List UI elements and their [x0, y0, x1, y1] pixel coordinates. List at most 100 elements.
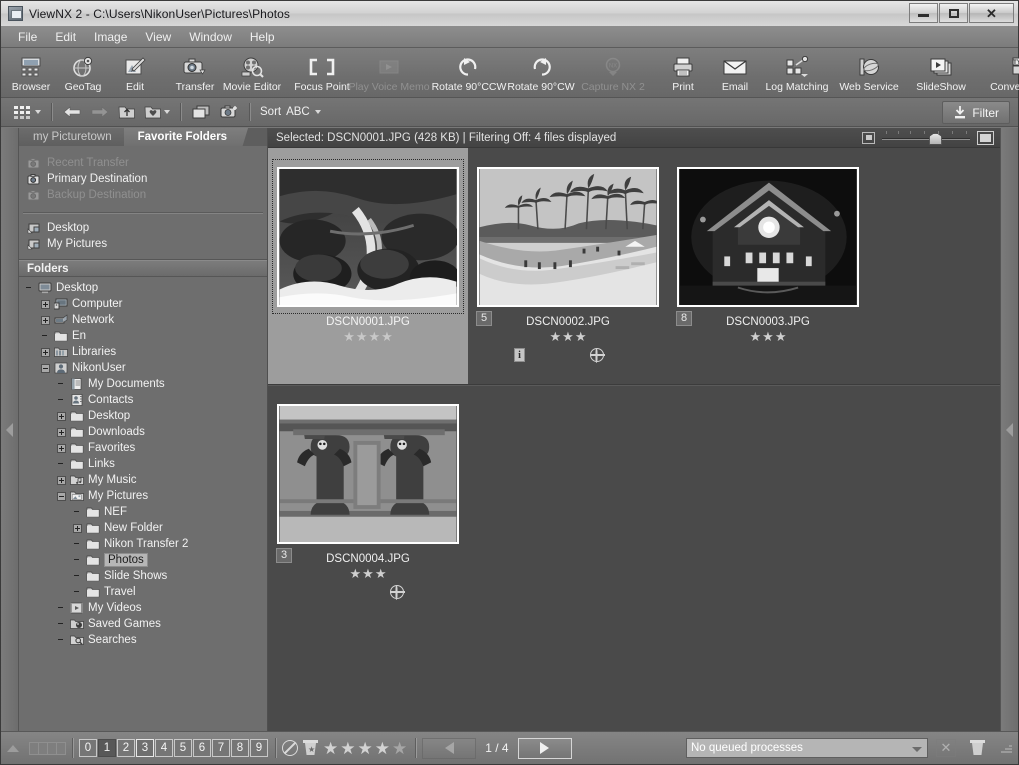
thumbnail-label-number[interactable]: 8	[676, 311, 693, 326]
resize-grip[interactable]	[1000, 742, 1012, 754]
rating-star-4[interactable]: ★	[375, 740, 390, 757]
toolbar-geotag-button[interactable]: GeoTag	[57, 50, 109, 97]
menu-file[interactable]: File	[9, 28, 46, 46]
toolbar-print-button[interactable]: Print	[657, 50, 709, 97]
expand-plus-icon[interactable]	[41, 299, 50, 309]
delete-candidate-button[interactable]: ★	[303, 740, 318, 756]
thumbnail-rating[interactable]: ★ ★ ★	[350, 567, 387, 580]
toolbar-rotate-cw-button[interactable]: Rotate 90°CW	[505, 50, 577, 97]
compare-button[interactable]	[187, 101, 215, 123]
menu-window[interactable]: Window	[180, 28, 241, 46]
tab-my-picturetown[interactable]: my Picturetown	[19, 128, 133, 146]
expand-plus-icon[interactable]	[73, 523, 82, 533]
menu-edit[interactable]: Edit	[46, 28, 85, 46]
up-one-level-button[interactable]	[114, 101, 140, 123]
favorite-my-pictures[interactable]: My Pictures	[19, 236, 267, 252]
label-number-button-0[interactable]: 0	[79, 739, 97, 757]
tree-item-nikonuser[interactable]: NikonUser	[19, 360, 267, 376]
label-number-button-1[interactable]: 1	[98, 739, 116, 757]
star-icon[interactable]: ★	[575, 330, 587, 343]
tree-item-nikon-transfer-2[interactable]: Nikon Transfer 2	[19, 536, 267, 552]
tree-item-travel[interactable]: Travel	[19, 584, 267, 600]
tree-item-my-videos[interactable]: My Videos	[19, 600, 267, 616]
globe-badge-icon[interactable]	[389, 585, 405, 599]
tree-item-slide-shows[interactable]: Slide Shows	[19, 568, 267, 584]
tree-item-en[interactable]: En	[19, 328, 267, 344]
tree-item-my-music[interactable]: My Music	[19, 472, 267, 488]
tree-item-favorites[interactable]: Favorites	[19, 440, 267, 456]
forward-button[interactable]	[86, 101, 114, 123]
add-favorite-button[interactable]	[140, 101, 174, 123]
open-with-button[interactable]	[215, 101, 243, 123]
tree-item-nef[interactable]: NEF	[19, 504, 267, 520]
toolbar-edit-button[interactable]: Edit	[109, 50, 161, 97]
label-number-button-9[interactable]: 9	[250, 739, 268, 757]
expand-plus-icon[interactable]	[57, 411, 66, 421]
next-page-button[interactable]	[517, 737, 572, 759]
label-number-button-2[interactable]: 2	[117, 739, 135, 757]
star-icon[interactable]: ★	[381, 330, 393, 343]
tree-item-new-folder[interactable]: New Folder	[19, 520, 267, 536]
toolbar-focus-point-button[interactable]: Focus Point	[291, 50, 353, 97]
expand-plus-icon[interactable]	[41, 315, 50, 325]
tree-item-contacts[interactable]: Contacts	[19, 392, 267, 408]
thumbnail-label-number[interactable]: 3	[276, 548, 293, 563]
menu-view[interactable]: View	[136, 28, 180, 46]
toolbar-slideshow-button[interactable]: SlideShow	[905, 50, 977, 97]
toolbar-capture-nx2-button[interactable]: NX Capture NX 2	[577, 50, 649, 97]
small-thumbnail-button[interactable]	[862, 131, 875, 144]
rating-star-1[interactable]: ★	[323, 740, 338, 757]
expand-plus-icon[interactable]	[57, 443, 66, 453]
globe-badge-icon[interactable]	[589, 348, 605, 362]
tree-item-links[interactable]: Links	[19, 456, 267, 472]
label-number-button-4[interactable]: 4	[155, 739, 173, 757]
thumbnail-rating[interactable]: ★ ★ ★ ★	[343, 330, 393, 343]
tree-item-libraries[interactable]: Libraries	[19, 344, 267, 360]
star-icon[interactable]: ★	[550, 330, 562, 343]
thumbnail-item-2[interactable]: 8 DSCN0003.JPG ★ ★ ★	[668, 148, 868, 384]
tree-item-network[interactable]: Network	[19, 312, 267, 328]
collapse-minus-icon[interactable]	[41, 363, 50, 373]
thumbnail-rating[interactable]: ★ ★ ★	[550, 330, 587, 343]
star-icon[interactable]: ★	[356, 330, 368, 343]
no-rating-button[interactable]	[282, 740, 298, 756]
tree-item-saved-games[interactable]: Saved Games	[19, 616, 267, 632]
favorite-recent-transfer[interactable]: Recent Transfer	[19, 155, 267, 171]
favorite-desktop[interactable]: Desktop	[19, 220, 267, 236]
thumbnail-item-3[interactable]: 3 DSCN0004.JPG ★ ★ ★	[268, 385, 468, 621]
star-icon[interactable]: ★	[343, 330, 355, 343]
tab-favorite-folders[interactable]: Favorite Folders	[123, 128, 249, 146]
slider-knob[interactable]	[929, 132, 942, 145]
thumbnail-rating[interactable]: ★ ★ ★	[750, 330, 787, 343]
minimize-button[interactable]	[909, 3, 938, 23]
thumbnail-label-number[interactable]: 5	[476, 311, 493, 326]
star-icon[interactable]: ★	[775, 330, 787, 343]
filter-button[interactable]: Filter	[942, 101, 1010, 124]
thumbnail-size-slider[interactable]	[882, 130, 970, 145]
expand-plus-icon[interactable]	[41, 347, 50, 357]
favorite-primary-destination[interactable]: Primary Destination	[19, 171, 267, 187]
collapse-minus-icon[interactable]	[57, 491, 66, 501]
toolbar-rotate-ccw-button[interactable]: Rotate 90°CCW	[432, 50, 506, 97]
toolbar-transfer-button[interactable]: Transfer	[169, 50, 221, 97]
close-button[interactable]: ✕	[969, 3, 1014, 23]
label-number-button-3[interactable]: 3	[136, 739, 154, 757]
menu-image[interactable]: Image	[85, 28, 136, 46]
back-button[interactable]	[58, 101, 86, 123]
previous-page-button[interactable]	[422, 737, 477, 759]
right-panel-collapse-handle[interactable]	[1000, 128, 1018, 731]
left-panel-collapse-handle[interactable]	[1, 128, 19, 731]
star-icon[interactable]: ★	[750, 330, 762, 343]
star-icon[interactable]: ★	[562, 330, 574, 343]
rating-star-5[interactable]: ★	[392, 740, 407, 757]
tree-item-searches[interactable]: Searches	[19, 632, 267, 648]
expand-plus-icon[interactable]	[57, 475, 66, 485]
tree-item-my-pictures[interactable]: My Pictures	[19, 488, 267, 504]
tree-item-desktop[interactable]: Desktop	[19, 280, 267, 296]
menu-help[interactable]: Help	[241, 28, 284, 46]
delete-button[interactable]	[970, 740, 985, 756]
star-icon[interactable]: ★	[762, 330, 774, 343]
label-number-button-7[interactable]: 7	[212, 739, 230, 757]
thumbnail-item-1[interactable]: 5 DSCN0002.JPG ★ ★ ★ i	[468, 148, 668, 384]
tree-item-downloads[interactable]: Downloads	[19, 424, 267, 440]
